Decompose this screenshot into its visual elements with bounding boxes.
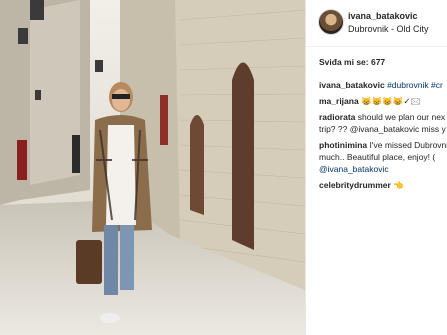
comment-user[interactable]: ivana_batakovic [319,80,385,90]
post-header: ivana_batakovic Dubrovnik - Old City [306,0,447,47]
comment-user[interactable]: photinimina [319,140,367,150]
comment-user[interactable]: radiorata [319,112,355,122]
comment-user[interactable]: celebritydrummer [319,180,391,190]
comment-text-line2: much.. Beautiful place, enjoy! ( [319,152,436,162]
comment: celebritydrummer 👈 [319,179,447,191]
comments-list: ivana_batakovic #dubrovnik #cr ma_rijana… [319,79,447,195]
comment-text: I've missed Dubrovnik [369,140,447,150]
comment-user[interactable]: ma_rijana [319,96,359,106]
comment: ma_rijana 😸😸😸😸✓🖂 [319,95,447,107]
comment: ivana_batakovic #dubrovnik #cr [319,79,447,91]
post-location[interactable]: Dubrovnik - Old City [348,24,429,34]
post-photo[interactable] [0,0,305,335]
comment-mention[interactable]: @ivana_batakovic [319,164,389,174]
likes-count[interactable]: Sviđa mi se: 677 [319,57,385,67]
post-username[interactable]: ivana_batakovic [348,11,418,21]
comment-text[interactable]: #dubrovnik #cr [387,80,443,90]
comment-text: should we plan our nex [357,112,446,122]
comment-text: 👈 [393,180,404,190]
avatar[interactable] [318,9,344,35]
comment: radiorata should we plan our nex trip? ?… [319,111,447,135]
comment-text: 😸😸😸😸✓🖂 [361,96,421,106]
comment: photinimina I've missed Dubrovnik much..… [319,139,447,175]
comment-text-line2: trip? ?? @ivana_batakovic miss y [319,124,446,134]
post-sidebar: ivana_batakovic Dubrovnik - Old City Svi… [305,0,447,335]
